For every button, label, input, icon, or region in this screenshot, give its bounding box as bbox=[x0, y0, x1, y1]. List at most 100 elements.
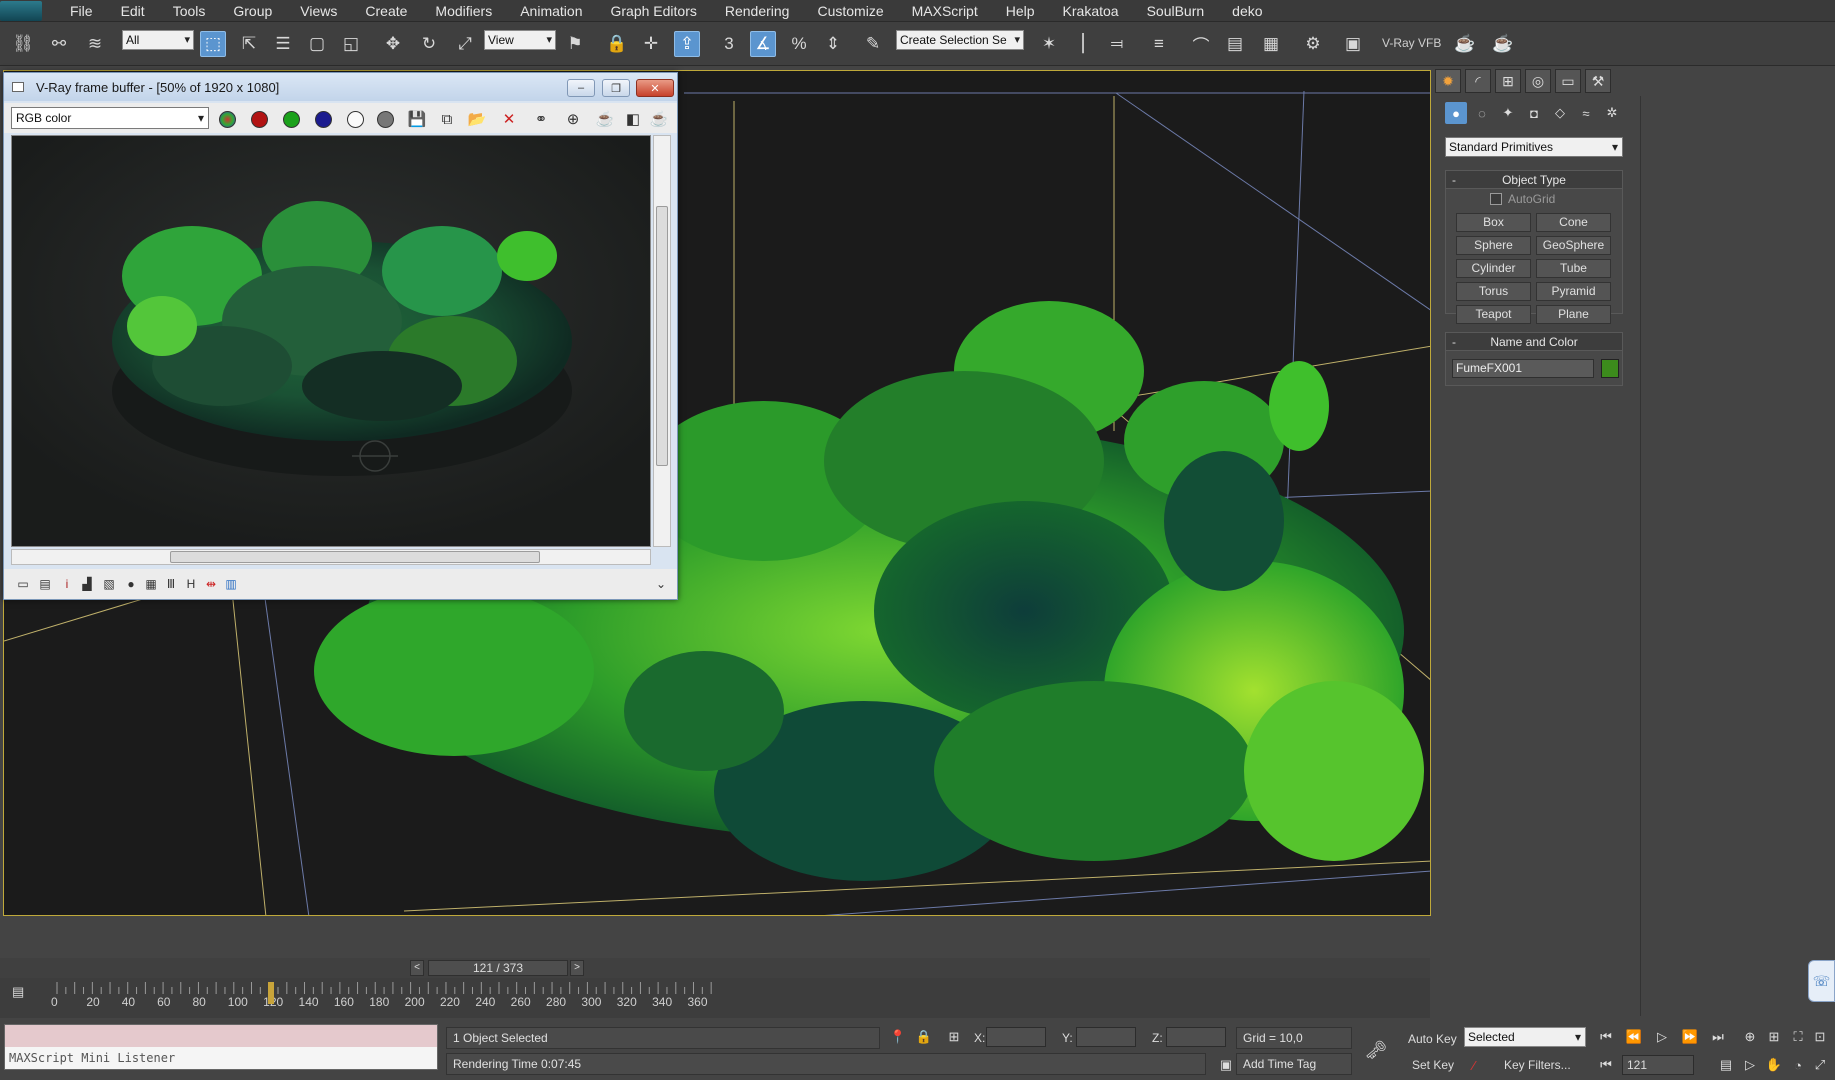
pivot-center-icon[interactable]: ⚑ bbox=[562, 31, 588, 57]
listener-input[interactable]: MAXScript Mini Listener bbox=[5, 1047, 437, 1069]
hierarchy-tab-icon[interactable]: ⊞ bbox=[1495, 69, 1521, 93]
schematic-view-icon[interactable]: ▤ bbox=[1222, 31, 1248, 57]
motion-tab-icon[interactable]: ◎ bbox=[1525, 69, 1551, 93]
edit-named-selection-icon[interactable]: ✎ bbox=[860, 31, 886, 57]
z-coordinate-field[interactable] bbox=[1166, 1027, 1226, 1047]
horizontal-scroll-thumb[interactable] bbox=[170, 551, 540, 563]
menu-group[interactable]: Group bbox=[219, 0, 286, 22]
create-pyramid-button[interactable]: Pyramid bbox=[1536, 282, 1611, 301]
red-channel-icon[interactable] bbox=[248, 108, 270, 130]
helpers-icon[interactable]: ◇ bbox=[1549, 102, 1571, 124]
menu-help[interactable]: Help bbox=[992, 0, 1049, 22]
previous-frame-arrow[interactable]: < bbox=[410, 960, 424, 976]
close-button[interactable]: ✕ bbox=[636, 79, 674, 97]
skype-icon[interactable]: ☏ bbox=[1808, 960, 1835, 1002]
open-image-icon[interactable]: 📂 bbox=[466, 108, 488, 130]
menu-customize[interactable]: Customize bbox=[803, 0, 897, 22]
rendered-frame-window-icon[interactable]: ▣ bbox=[1340, 31, 1366, 57]
x-coordinate-field[interactable] bbox=[986, 1027, 1046, 1047]
autogrid-checkbox[interactable] bbox=[1490, 193, 1502, 205]
snaps-toggle-icon[interactable]: 3 bbox=[716, 31, 742, 57]
save-image-icon[interactable]: 💾 bbox=[406, 108, 428, 130]
channel-dropdown[interactable]: RGB color bbox=[11, 107, 209, 129]
modify-tab-icon[interactable]: ◜ bbox=[1465, 69, 1491, 93]
save-all-icon[interactable]: ⧉ bbox=[436, 108, 458, 130]
menu-edit[interactable]: Edit bbox=[107, 0, 159, 22]
srgb-icon[interactable]: ▥ bbox=[224, 577, 238, 591]
key-filters-button[interactable]: Key Filters... bbox=[1504, 1058, 1571, 1072]
create-tube-button[interactable]: Tube bbox=[1536, 259, 1611, 278]
layer-manager-icon[interactable]: ≡ bbox=[1146, 31, 1172, 57]
keyboard-shortcut-toggle-icon[interactable]: ⇪ bbox=[674, 31, 700, 57]
blue-channel-icon[interactable] bbox=[312, 108, 334, 130]
next-frame-icon[interactable]: ⏩ bbox=[1680, 1027, 1700, 1047]
selection-lock-icon[interactable]: 🔒 bbox=[914, 1027, 934, 1047]
lights-icon[interactable]: ✦ bbox=[1497, 102, 1519, 124]
menu-maxscript[interactable]: MAXScript bbox=[898, 0, 992, 22]
time-slider[interactable]: < 121 / 373 > bbox=[0, 958, 1430, 978]
render-last-icon[interactable]: ☕ bbox=[648, 108, 670, 130]
reference-coordinate-dropdown[interactable]: View bbox=[484, 30, 556, 50]
create-geosphere-button[interactable]: GeoSphere bbox=[1536, 236, 1611, 255]
create-tab-icon[interactable]: ✹ bbox=[1435, 69, 1461, 93]
bind-space-warp-icon[interactable]: ≋ bbox=[82, 31, 108, 57]
manipulate-icon[interactable]: ✛ bbox=[638, 31, 664, 57]
vfb-vertical-scrollbar[interactable] bbox=[653, 135, 671, 547]
menu-file[interactable]: File bbox=[56, 0, 107, 22]
spinner-snap-icon[interactable]: ⇕ bbox=[820, 31, 846, 57]
percent-snap-icon[interactable]: % bbox=[786, 31, 812, 57]
time-configuration-icon[interactable]: ▤ bbox=[1716, 1055, 1736, 1075]
menu-create[interactable]: Create bbox=[351, 0, 421, 22]
shapes-icon[interactable]: ◌ bbox=[1471, 102, 1493, 124]
create-sphere-button[interactable]: Sphere bbox=[1456, 236, 1531, 255]
align-icon[interactable]: ⫤ bbox=[1104, 31, 1130, 57]
lut-icon[interactable]: ▦ bbox=[144, 577, 158, 591]
display-correction-icon[interactable]: ▭ bbox=[16, 577, 30, 591]
create-teapot-button[interactable]: Teapot bbox=[1456, 305, 1531, 324]
app-logo-icon[interactable] bbox=[0, 0, 42, 21]
object-type-header[interactable]: - Object Type bbox=[1446, 171, 1622, 189]
object-category-dropdown[interactable]: Standard Primitives bbox=[1445, 137, 1623, 157]
unlink-icon[interactable]: ⚯ bbox=[46, 31, 72, 57]
create-plane-button[interactable]: Plane bbox=[1536, 305, 1611, 324]
maxscript-mini-listener[interactable]: MAXScript Mini Listener bbox=[4, 1024, 438, 1070]
zoom-extents-all-icon[interactable]: ⊡ bbox=[1810, 1027, 1830, 1047]
zoom-all-icon[interactable]: ⊞ bbox=[1764, 1027, 1784, 1047]
menu-views[interactable]: Views bbox=[286, 0, 351, 22]
history-icon[interactable]: ▤ bbox=[38, 577, 52, 591]
render-iterative-icon[interactable]: ☕ bbox=[1490, 31, 1516, 57]
monochrome-icon[interactable] bbox=[374, 108, 396, 130]
next-frame-arrow[interactable]: > bbox=[570, 960, 584, 976]
default-tangent-icon[interactable]: ∕ bbox=[1464, 1055, 1484, 1075]
go-to-end-icon[interactable]: ⏭ bbox=[1708, 1027, 1728, 1047]
named-selection-set-dropdown[interactable]: Create Selection Se bbox=[896, 30, 1024, 50]
create-box-button[interactable]: Box bbox=[1456, 213, 1531, 232]
key-mode-dropdown[interactable]: Selected bbox=[1464, 1027, 1586, 1047]
current-time-marker[interactable] bbox=[267, 982, 274, 1004]
expand-panel-icon[interactable]: ⌄ bbox=[654, 577, 668, 591]
maximize-viewport-icon[interactable]: ⤢ bbox=[1810, 1055, 1830, 1075]
track-bar[interactable]: ▤ 02040608010012014016018020022024026028… bbox=[0, 978, 1430, 1018]
clear-image-icon[interactable]: ✕ bbox=[498, 108, 520, 130]
material-editor-icon[interactable]: ▦ bbox=[1258, 31, 1284, 57]
render-setup-icon[interactable]: ⚙ bbox=[1300, 31, 1326, 57]
mirror-axis-icon[interactable]: ⎮ bbox=[1070, 31, 1096, 57]
vertical-scroll-thumb[interactable] bbox=[656, 206, 668, 466]
zoom-extents-icon[interactable]: ⛶ bbox=[1788, 1027, 1808, 1047]
alpha-channel-icon[interactable] bbox=[344, 108, 366, 130]
cameras-icon[interactable]: ◘ bbox=[1523, 102, 1545, 124]
selection-filter-dropdown[interactable]: All bbox=[122, 30, 194, 50]
menu-soulburn[interactable]: SoulBurn bbox=[1133, 0, 1219, 22]
levels-icon[interactable]: ▟ bbox=[80, 577, 94, 591]
go-to-start-icon[interactable]: ⏮ bbox=[1596, 1027, 1616, 1047]
play-icon[interactable]: ▷ bbox=[1652, 1027, 1672, 1047]
time-tag-icon[interactable]: ▣ bbox=[1216, 1055, 1236, 1075]
y-coordinate-field[interactable] bbox=[1076, 1027, 1136, 1047]
select-list-icon[interactable]: ☰ bbox=[270, 31, 296, 57]
menu-rendering[interactable]: Rendering bbox=[711, 0, 804, 22]
select-object-icon[interactable]: ⬚ bbox=[200, 31, 226, 57]
object-name-field[interactable]: FumeFX001 bbox=[1452, 359, 1594, 378]
systems-icon[interactable]: ✲ bbox=[1601, 102, 1623, 124]
select-scale-icon[interactable]: ⤢ bbox=[452, 31, 478, 57]
orbit-icon[interactable]: ◔ bbox=[1788, 1055, 1808, 1075]
